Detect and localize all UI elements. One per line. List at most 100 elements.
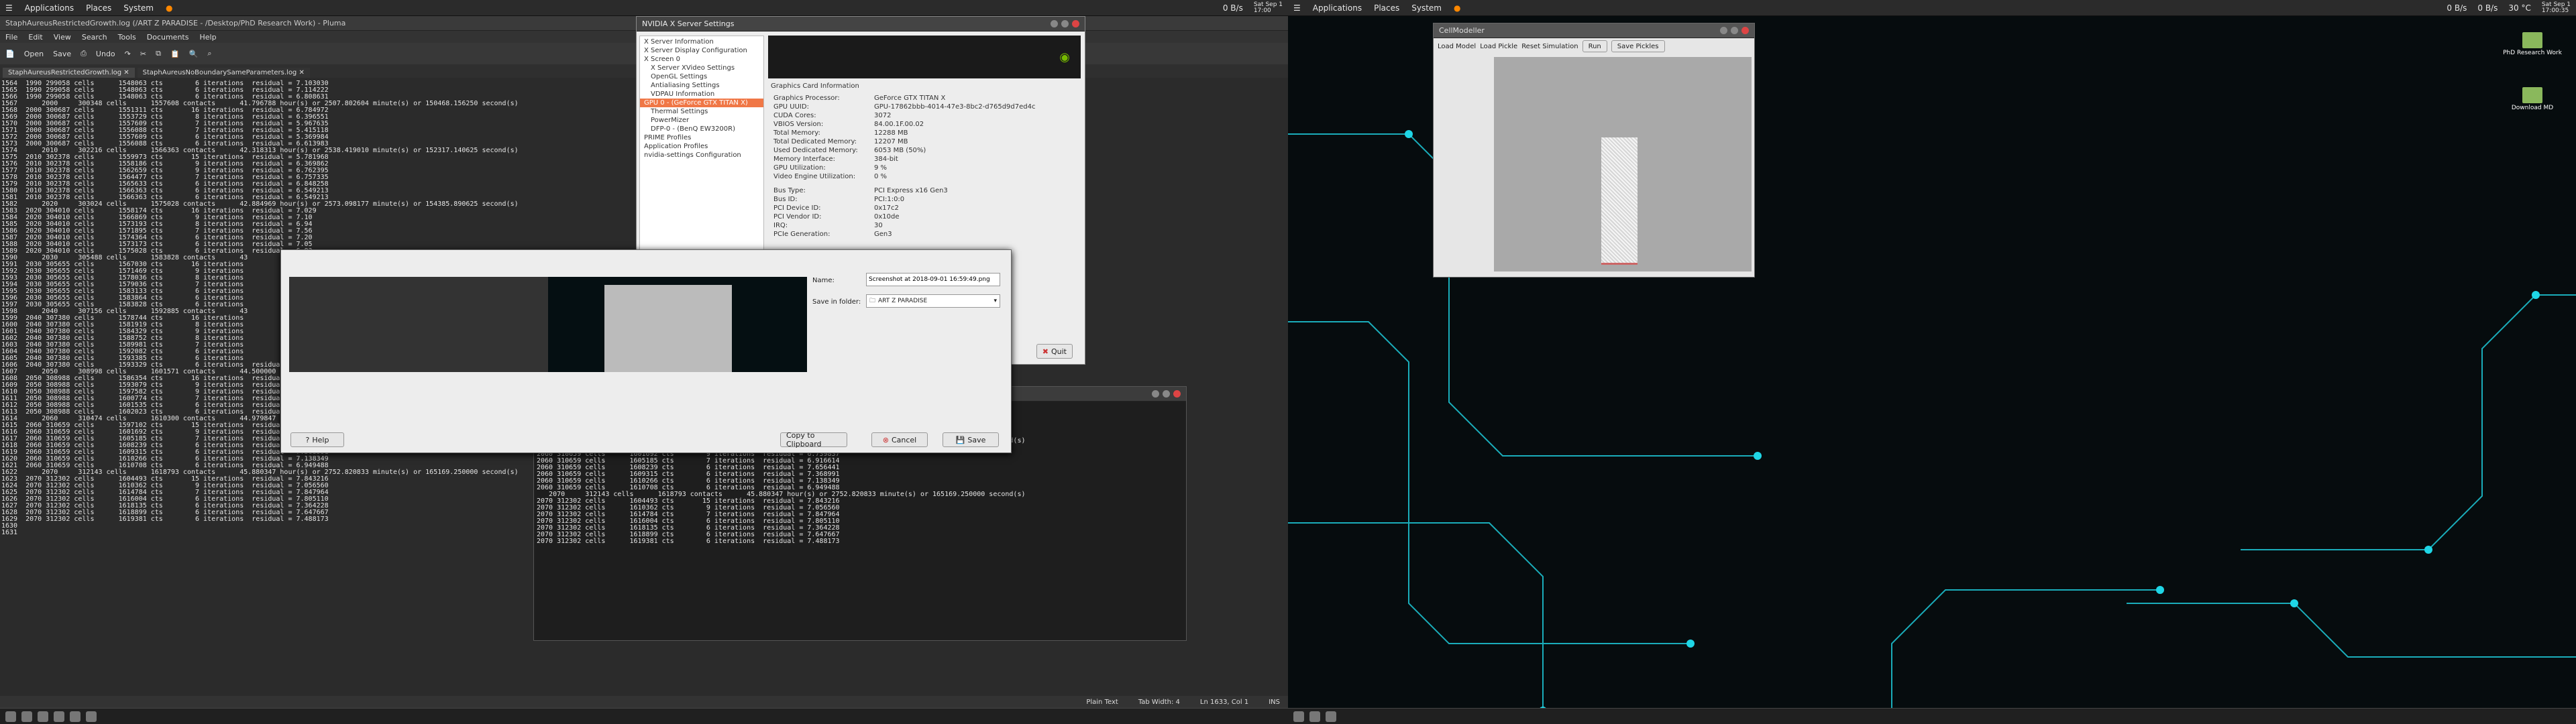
nvidia-logo: ◉: [768, 36, 1081, 78]
minimize-icon[interactable]: [1720, 27, 1727, 34]
quit-button[interactable]: ✖ Quit: [1036, 344, 1073, 359]
folder-select[interactable]: 🗀 ART Z PARADISE ▾: [866, 294, 1000, 308]
menu-view[interactable]: View: [54, 33, 71, 42]
menu-file[interactable]: File: [5, 33, 17, 42]
load-model-button[interactable]: Load Model: [1438, 43, 1476, 50]
settings-launcher-icon[interactable]: [86, 711, 97, 722]
menu-help[interactable]: Help: [199, 33, 216, 42]
sidebar-item-dfp-0[interactable]: DFP-0 - (BenQ EW3200R): [640, 125, 763, 133]
cut-icon[interactable]: ✂: [140, 50, 146, 58]
firefox-icon[interactable]: ●: [166, 3, 172, 13]
maximize-icon[interactable]: [1061, 20, 1069, 27]
tab-width-selector[interactable]: Tab Width: 4: [1138, 699, 1180, 706]
gpu-info-row: [773, 181, 1079, 186]
undo-button[interactable]: Undo: [96, 50, 115, 58]
sidebar-item-vdpau[interactable]: VDPAU Information: [640, 90, 763, 99]
gpu-info-key: Total Dedicated Memory:: [773, 138, 857, 145]
close-icon[interactable]: ✕: [123, 69, 129, 76]
menu-documents[interactable]: Documents: [147, 33, 189, 42]
menu-icon[interactable]: ☰: [1293, 3, 1301, 13]
nvidia-title: NVIDIA X Server Settings: [642, 19, 735, 28]
folder-label: Save in folder:: [812, 298, 861, 306]
tab-restricted-growth[interactable]: StaphAureusRestrictedGrowth.log ✕: [3, 68, 135, 78]
run-button[interactable]: Run: [1582, 40, 1607, 52]
close-icon[interactable]: [1741, 27, 1749, 34]
applications-menu[interactable]: Applications: [1313, 3, 1362, 13]
editor-launcher-icon[interactable]: [70, 711, 80, 722]
gpu-info-value: Gen3: [874, 231, 892, 238]
browser-launcher-icon[interactable]: [38, 711, 48, 722]
clock-left[interactable]: Sat Sep 1 17:00: [1254, 1, 1283, 14]
minimize-icon[interactable]: [1051, 20, 1058, 27]
browser-launcher-icon[interactable]: [1326, 711, 1336, 722]
print-icon[interactable]: ⎙: [80, 49, 87, 58]
sidebar-item-app-profiles[interactable]: Application Profiles: [640, 142, 763, 151]
clock-right[interactable]: Sat Sep 1 17:00:35: [2542, 1, 2571, 14]
desktop-icon-phd[interactable]: PhD Research Work: [2496, 32, 2569, 56]
filename-input[interactable]: [866, 273, 1000, 286]
folder-icon: [2522, 32, 2542, 48]
maximize-icon[interactable]: [1163, 390, 1170, 398]
system-menu[interactable]: System: [123, 3, 154, 13]
sidebar-item-thermal[interactable]: Thermal Settings: [640, 107, 763, 116]
sidebar-item-powermizer[interactable]: PowerMizer: [640, 116, 763, 125]
sidebar-item-xvideo[interactable]: X Server XVideo Settings: [640, 64, 763, 72]
simulation-canvas[interactable]: [1494, 57, 1752, 272]
gpu-info-row: GPU Utilization: 9 %: [773, 164, 1079, 172]
load-pickle-button[interactable]: Load Pickle: [1480, 43, 1517, 50]
files-launcher-icon[interactable]: [54, 711, 64, 722]
sidebar-item-antialiasing[interactable]: Antialiasing Settings: [640, 81, 763, 90]
places-menu[interactable]: Places: [1374, 3, 1399, 13]
language-selector[interactable]: Plain Text: [1086, 699, 1118, 706]
sidebar-item-prime[interactable]: PRIME Profiles: [640, 133, 763, 142]
gpu-info-key: Video Engine Utilization:: [773, 173, 856, 180]
open-button[interactable]: Open: [24, 50, 44, 58]
applications-menu[interactable]: Applications: [25, 3, 74, 13]
screenshot-dialog: Name: Save in folder: 🗀 ART Z PARADISE ▾…: [280, 249, 1012, 453]
copy-icon[interactable]: ⧉: [156, 49, 161, 58]
paste-icon[interactable]: 📋: [170, 50, 180, 58]
gpu-info-row: PCIe Generation: Gen3: [773, 230, 1079, 239]
help-button[interactable]: ? Help: [290, 432, 344, 447]
save-button[interactable]: Save: [53, 50, 71, 58]
menu-search[interactable]: Search: [82, 33, 107, 42]
maximize-icon[interactable]: [1731, 27, 1738, 34]
gpu-info-row: Bus Type: PCI Express x16 Gen3: [773, 186, 1079, 195]
desktop-icon-download[interactable]: Download MD: [2496, 87, 2569, 111]
menu-icon[interactable]: ☰: [5, 3, 13, 13]
firefox-icon[interactable]: ●: [1454, 3, 1460, 13]
reset-simulation-button[interactable]: Reset Simulation: [1521, 43, 1578, 50]
places-menu[interactable]: Places: [86, 3, 111, 13]
system-menu[interactable]: System: [1411, 3, 1442, 13]
close-icon[interactable]: [1173, 390, 1181, 398]
save-dialog-button[interactable]: 💾 Save: [943, 432, 999, 447]
gpu-info-section: Graphics Card Information Graphics Proce…: [771, 82, 1079, 239]
close-icon[interactable]: [1072, 20, 1079, 27]
find-icon[interactable]: 🔍: [189, 50, 199, 58]
new-icon[interactable]: 📄: [5, 50, 15, 58]
menu-tools[interactable]: Tools: [118, 33, 136, 42]
redo-icon[interactable]: ↷: [125, 50, 131, 58]
sidebar-item-x-server-info[interactable]: X Server Information: [640, 38, 763, 46]
terminal-launcher-icon[interactable]: [21, 711, 32, 722]
show-desktop-icon[interactable]: [1293, 711, 1304, 722]
replace-icon[interactable]: ⌕: [207, 49, 211, 58]
menu-edit[interactable]: Edit: [28, 33, 42, 42]
cellmodeller-toolbar: Load Model Load Pickle Reset Simulation …: [1434, 38, 1754, 54]
show-desktop-icon[interactable]: [5, 711, 16, 722]
minimize-icon[interactable]: [1152, 390, 1159, 398]
cancel-button[interactable]: ⊗ Cancel: [871, 432, 928, 447]
sidebar-item-display-config[interactable]: X Server Display Configuration: [640, 46, 763, 55]
gpu-info-value: 84.00.1F.00.02: [874, 121, 924, 128]
terminal-launcher-icon[interactable]: [1309, 711, 1320, 722]
insert-mode: INS: [1269, 698, 1280, 706]
save-pickles-button[interactable]: Save Pickles: [1611, 40, 1665, 52]
sidebar-item-config[interactable]: nvidia-settings Configuration: [640, 151, 763, 160]
sidebar-item-opengl[interactable]: OpenGL Settings: [640, 72, 763, 81]
upload-speed: 0 B/s: [2477, 3, 2498, 13]
tab-no-boundary[interactable]: StaphAureusNoBoundarySameParameters.log …: [137, 68, 310, 78]
sidebar-item-gpu-0[interactable]: GPU 0 - (GeForce GTX TITAN X): [640, 99, 763, 107]
sidebar-item-x-screen-0[interactable]: X Screen 0: [640, 55, 763, 64]
close-icon[interactable]: ✕: [299, 69, 304, 76]
copy-clipboard-button[interactable]: Copy to Clipboard: [780, 431, 847, 448]
